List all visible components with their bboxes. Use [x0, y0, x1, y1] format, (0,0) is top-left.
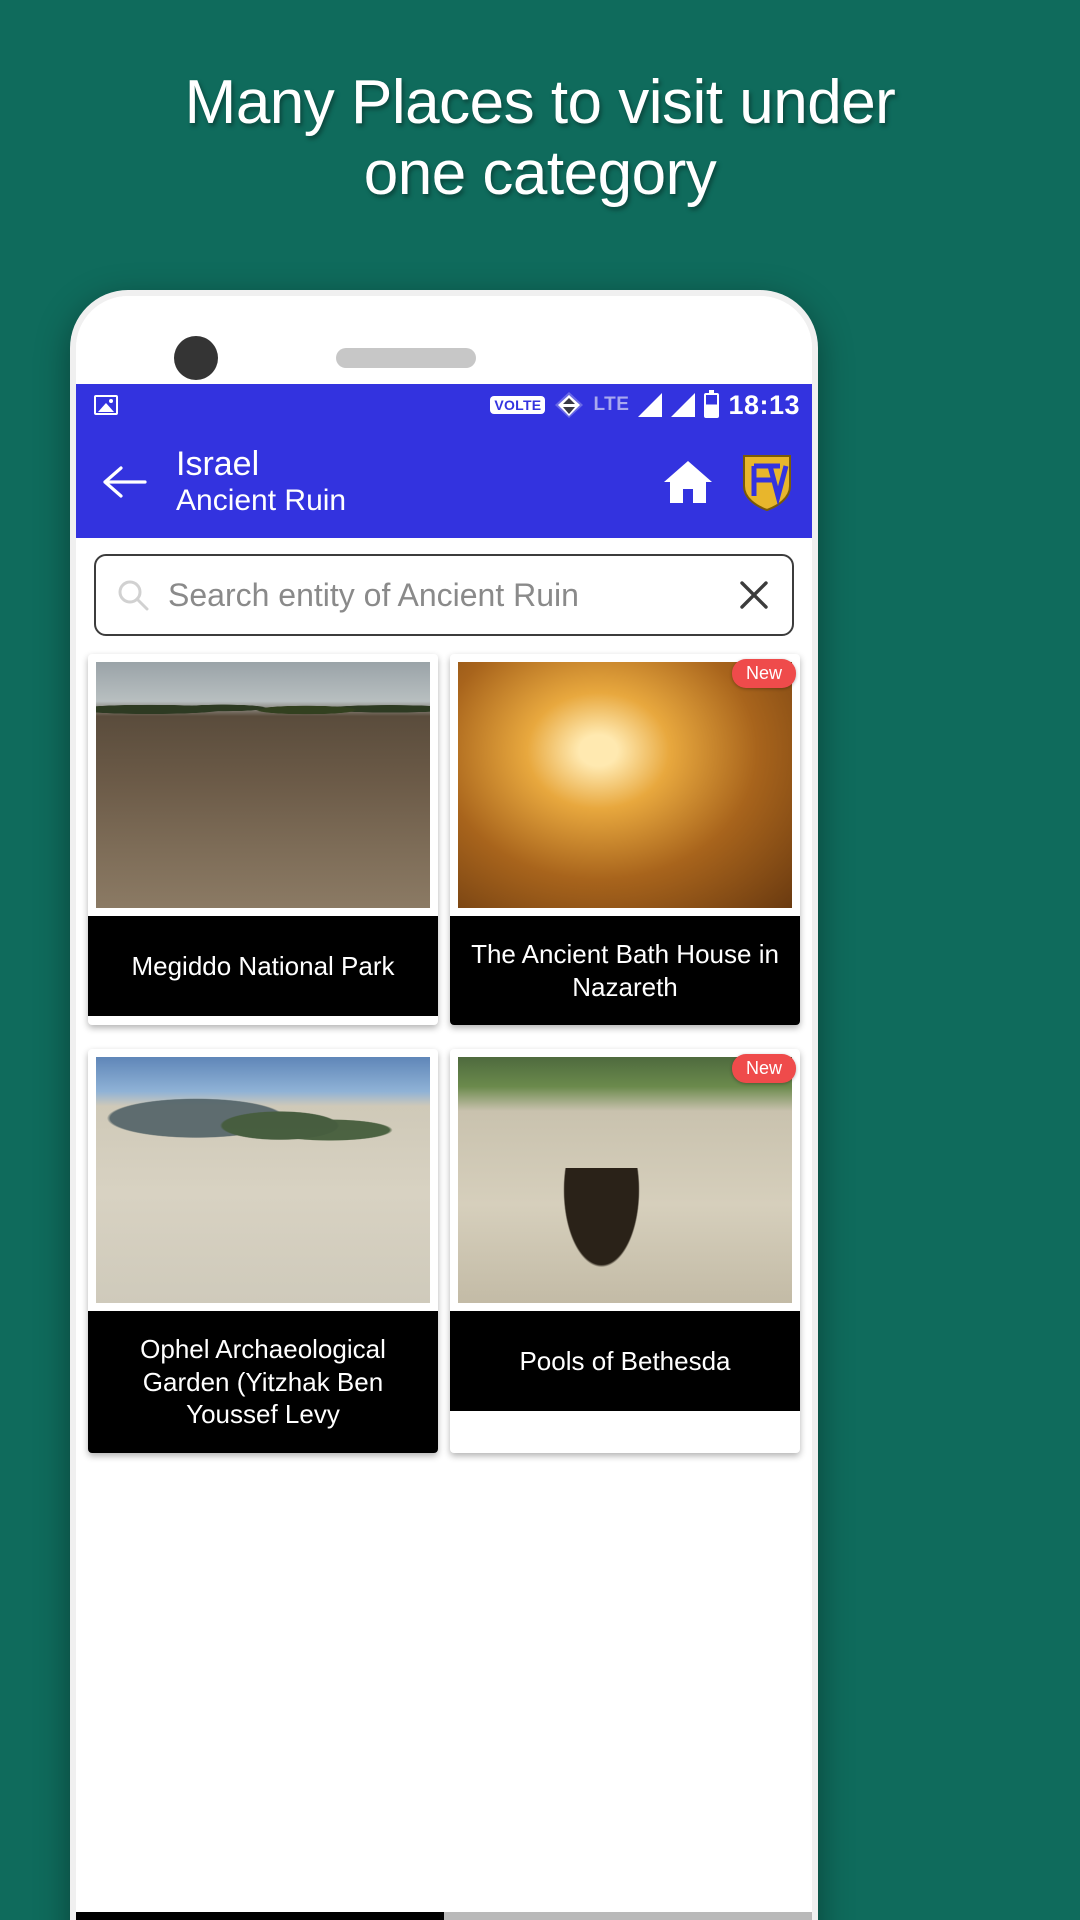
promo-headline-line-1: Many Places to visit under [184, 68, 896, 137]
status-bar-left [94, 395, 118, 415]
place-title: The Ancient Bath House in Nazareth [450, 916, 800, 1025]
search-bar[interactable]: Search entity of Ancient Ruin [94, 554, 794, 636]
place-card[interactable]: New The Ancient Bath House in Nazareth [450, 654, 800, 1025]
place-image [96, 1057, 430, 1303]
app-bar: Israel Ancient Ruin [76, 426, 812, 538]
earpiece-speaker [336, 348, 476, 368]
place-card[interactable]: New Pools of Bethesda [450, 1049, 800, 1453]
front-camera-icon [174, 336, 218, 380]
phone-frame: VOLTE LTE 18:13 Israel Ancient Ruin Sear… [70, 290, 818, 1920]
app-bar-titles: Israel Ancient Ruin [176, 445, 346, 520]
image-icon [94, 395, 118, 415]
promo-headline-line-2: one category [363, 138, 717, 208]
home-icon[interactable] [660, 454, 716, 510]
page-subtitle: Ancient Ruin [176, 484, 347, 518]
phone-screen: VOLTE LTE 18:13 Israel Ancient Ruin Sear… [76, 296, 812, 1920]
search-input[interactable]: Search entity of Ancient Ruin [168, 577, 736, 614]
page-title: Israel [176, 444, 260, 483]
signal-bars-icon-2 [671, 393, 696, 417]
sort-by-popularity-button[interactable]: BY POPULARITY [76, 1912, 444, 1920]
sort-bar: BY POPULARITY BY ALPHABETS [76, 1912, 812, 1920]
sort-by-alphabets-button[interactable]: BY ALPHABETS [444, 1912, 812, 1920]
search-section: Search entity of Ancient Ruin [76, 538, 812, 648]
close-icon[interactable] [736, 577, 772, 613]
shield-logo-icon[interactable] [740, 452, 794, 512]
place-title: Pools of Bethesda [450, 1311, 800, 1411]
place-image [458, 1057, 792, 1303]
status-badge: New [731, 659, 796, 688]
status-bar: VOLTE LTE 18:13 [76, 384, 812, 426]
app-bar-actions [660, 452, 794, 512]
status-bar-right: VOLTE LTE 18:13 [490, 389, 800, 421]
search-icon [116, 578, 150, 612]
network-type-label: LTE [593, 394, 630, 415]
places-grid: Megiddo National Park New The Ancient Ba… [76, 648, 812, 1453]
place-image [96, 662, 430, 908]
status-bar-clock: 18:13 [728, 389, 800, 420]
signal-bars-icon [638, 393, 663, 417]
phone-notch-area [76, 296, 812, 384]
battery-icon [704, 389, 720, 418]
place-title: Ophel Archaeological Garden (Yitzhak Ben… [88, 1311, 438, 1453]
place-card[interactable]: Ophel Archaeological Garden (Yitzhak Ben… [88, 1049, 438, 1453]
place-card[interactable]: Megiddo National Park [88, 654, 438, 1025]
status-badge: New [731, 1054, 796, 1083]
back-button[interactable] [96, 453, 154, 511]
place-image [458, 662, 792, 908]
volte-badge: VOLTE [490, 396, 546, 414]
promo-headline: Many Places to visit under one category [0, 68, 1080, 209]
wifi-icon [554, 391, 584, 419]
place-title: Megiddo National Park [88, 916, 438, 1016]
